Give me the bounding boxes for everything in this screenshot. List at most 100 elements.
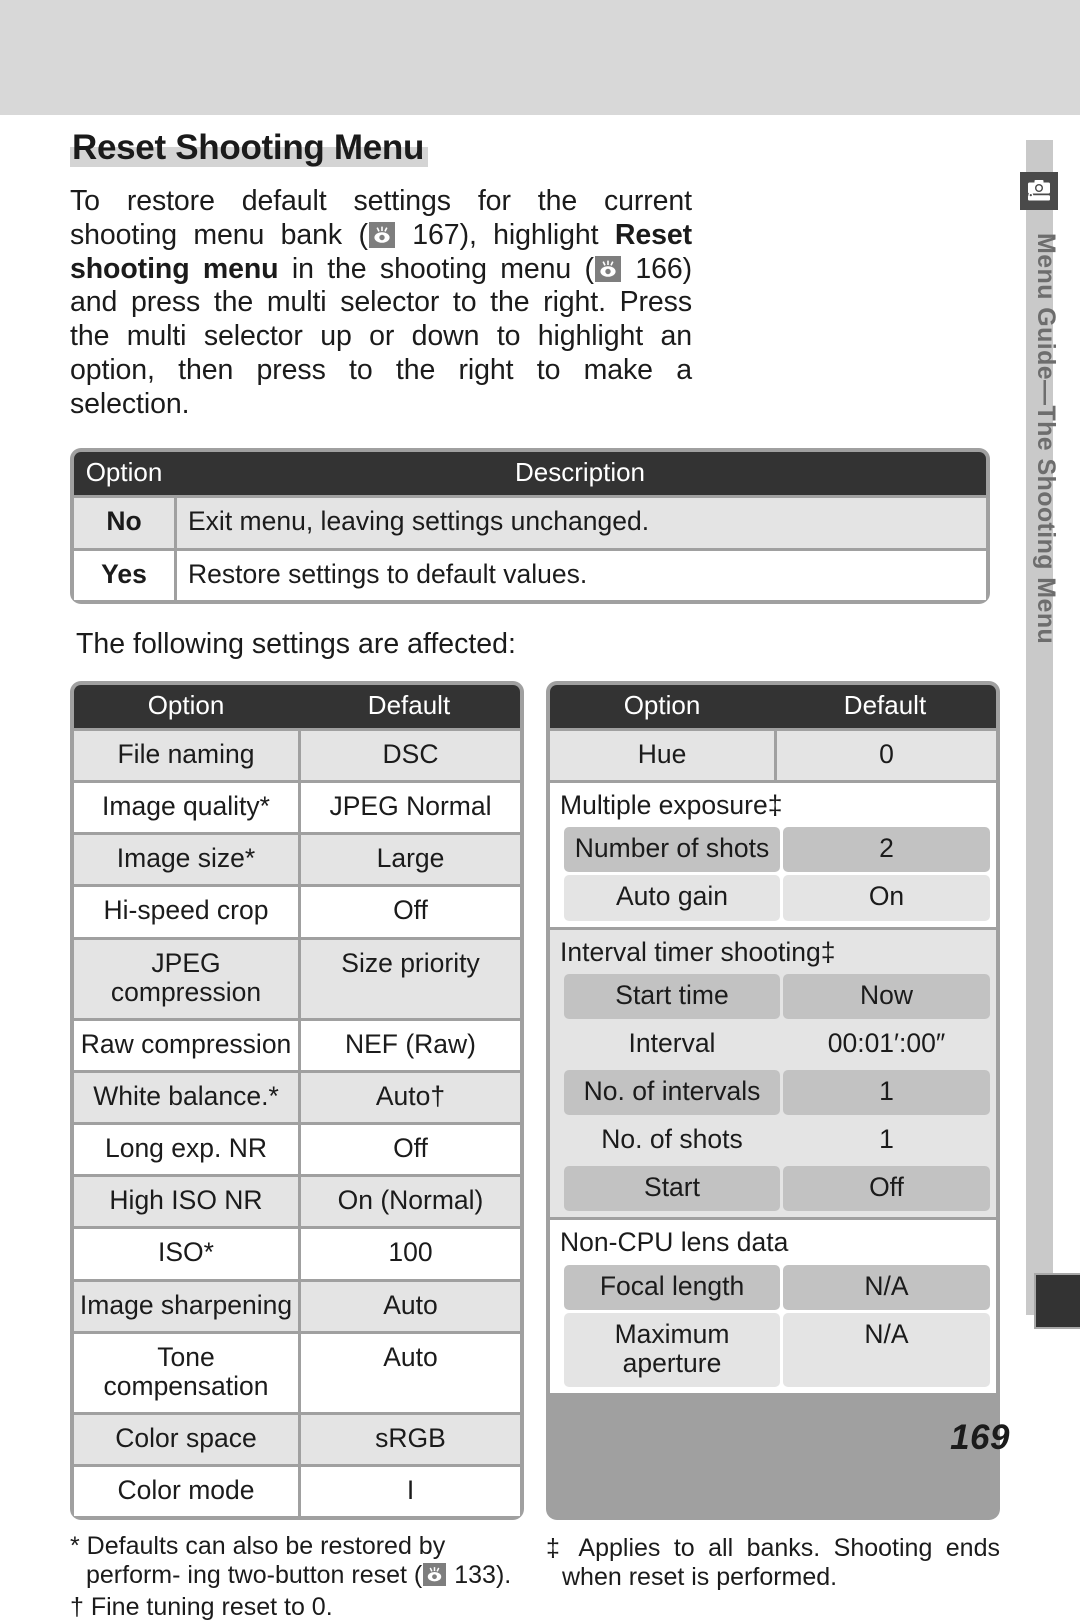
cell-option: Maximum aperture bbox=[564, 1312, 780, 1387]
column-header-option: Option bbox=[147, 689, 225, 720]
table-row: Image sharpening Auto bbox=[74, 1281, 520, 1331]
group-row: Focal length N/A bbox=[550, 1264, 996, 1310]
table-header-row: Option Description bbox=[74, 452, 986, 496]
cell-default: Off bbox=[783, 1166, 990, 1212]
cell-default: 00:01′:00″ bbox=[783, 1021, 990, 1067]
cell-default: 2 bbox=[783, 827, 990, 873]
cell-default: N/A bbox=[783, 1312, 990, 1387]
camera-icon bbox=[1020, 172, 1058, 210]
settings-group: Interval timer shooting‡ Start time Now Int… bbox=[550, 929, 996, 1218]
cell-option: High ISO NR bbox=[74, 1177, 298, 1227]
footnotes: * Defaults can also be restored by perfo… bbox=[70, 1532, 1000, 1622]
cell-option: Start bbox=[564, 1166, 780, 1212]
cell-option: Image quality* bbox=[74, 783, 298, 833]
footnote-double-dagger: ‡ Applies to all banks. Shooting ends wh… bbox=[546, 1534, 1000, 1592]
cell-option: Focal length bbox=[564, 1264, 780, 1310]
intro-ref-2: 166 bbox=[635, 252, 683, 285]
group-row: Auto gain On bbox=[550, 875, 996, 921]
table-row: File naming DSC bbox=[74, 730, 520, 781]
settings-group: Non-CPU lens data Focal length N/A Maximum … bbox=[550, 1220, 996, 1393]
table-row: Yes Restore settings to default values. bbox=[74, 550, 986, 600]
cell-option: Long exp. NR bbox=[74, 1125, 298, 1175]
page-title: Reset Shooting Menu bbox=[70, 129, 429, 167]
group-row: Maximum aperture N/A bbox=[550, 1312, 996, 1387]
cell-default: N/A bbox=[783, 1264, 990, 1310]
footnote-asterisk-ref: 133 bbox=[454, 1561, 496, 1590]
chapter-tab-marker bbox=[1034, 1273, 1080, 1329]
cell-default: Auto bbox=[301, 1281, 520, 1331]
cell-option: Image sharpening bbox=[74, 1281, 298, 1331]
group-row: No. of intervals 1 bbox=[550, 1069, 996, 1116]
column-header-option: Option bbox=[623, 689, 701, 720]
column-header-default: Default bbox=[843, 689, 927, 720]
cell-option: Hue bbox=[550, 730, 774, 781]
cell-option: No bbox=[74, 498, 174, 548]
cell-default: Auto bbox=[301, 1333, 520, 1412]
group-row: Number of shots 2 bbox=[550, 827, 996, 873]
cell-default: Now bbox=[783, 973, 990, 1019]
table-row: Hue 0 bbox=[550, 730, 996, 781]
table-row: No Exit menu, leaving settings unchanged… bbox=[74, 498, 986, 548]
page-content: Reset Shooting Menu To restore default s… bbox=[70, 129, 1000, 1622]
table-row: Tone compensation Auto bbox=[74, 1333, 520, 1412]
intro-ref-1: 167 bbox=[412, 218, 460, 251]
table-row: Image quality* JPEG Normal bbox=[74, 783, 520, 833]
cell-default: On bbox=[783, 875, 990, 921]
cell-option: ISO* bbox=[74, 1229, 298, 1279]
page-ref-eye-icon bbox=[594, 255, 621, 282]
intro-text-3: in the shooting menu ( bbox=[278, 252, 594, 285]
settings-rows-left: File naming DSC Image quality* JPEG Normal I… bbox=[74, 727, 520, 1517]
cell-option: Auto gain bbox=[564, 875, 780, 921]
cell-option: Color mode bbox=[74, 1467, 298, 1517]
cell-option: Hi-speed crop bbox=[74, 887, 298, 937]
cell-option: Yes bbox=[74, 550, 174, 600]
cell-option: Raw compression bbox=[74, 1020, 298, 1070]
group-title: Non-CPU lens data bbox=[560, 1227, 789, 1258]
cell-option: Tone compensation bbox=[74, 1333, 298, 1412]
table-row: High ISO NR On (Normal) bbox=[74, 1177, 520, 1227]
cell-default: 0 bbox=[777, 730, 996, 781]
cell-default: NEF (Raw) bbox=[301, 1020, 520, 1070]
settings-tables: Option Default File naming DSC Image quali… bbox=[70, 680, 1000, 1521]
page-ref-eye-icon bbox=[423, 1563, 447, 1587]
column-header-description: Description bbox=[514, 457, 646, 488]
cell-option: Color space bbox=[74, 1414, 298, 1465]
cell-default: DSC bbox=[301, 730, 520, 781]
group-row: No. of shots 1 bbox=[550, 1118, 996, 1164]
footnote-dagger: † Fine tuning reset to 0. bbox=[70, 1592, 333, 1621]
affected-caption: The following settings are affected: bbox=[76, 627, 516, 660]
table-row: White balance.* Auto† bbox=[74, 1072, 520, 1123]
page-ref-eye-icon bbox=[368, 221, 395, 248]
footnote-asterisk-line2: ing two-button reset ( bbox=[187, 1561, 423, 1590]
cell-option: No. of intervals bbox=[564, 1069, 780, 1116]
table-row: Raw compression NEF (Raw) bbox=[74, 1020, 520, 1070]
sidebar-label: Menu Guide—The Shooting Menu bbox=[1032, 233, 1060, 645]
cell-default: Off bbox=[301, 887, 520, 937]
cell-default: On (Normal) bbox=[301, 1177, 520, 1227]
group-title: Interval timer shooting‡ bbox=[560, 936, 836, 967]
intro-paragraph: To restore default settings for the curr… bbox=[70, 185, 692, 422]
group-row: Start Off bbox=[550, 1166, 996, 1212]
footnotes-left: * Defaults can also be restored by perfo… bbox=[70, 1532, 524, 1622]
group-row: Interval 00:01′:00″ bbox=[550, 1021, 996, 1067]
cell-option: File naming bbox=[74, 730, 298, 781]
table-header-row: Option Default bbox=[74, 684, 520, 728]
option-description-table: Option Description No Exit menu, leaving… bbox=[70, 448, 990, 604]
table-header-row: Option Default bbox=[550, 684, 996, 728]
group-title: Multiple exposure‡ bbox=[560, 790, 783, 821]
table-row: ISO* 100 bbox=[74, 1229, 520, 1279]
settings-rows-right: Hue 0 Multiple exposure‡ Number of shots 2 Au… bbox=[550, 727, 996, 1393]
cell-description: Exit menu, leaving settings unchanged. bbox=[177, 498, 986, 548]
cell-option: Start time bbox=[564, 973, 780, 1019]
table-row: Long exp. NR Off bbox=[74, 1125, 520, 1175]
cell-default: 100 bbox=[301, 1229, 520, 1279]
cell-default: 1 bbox=[783, 1118, 990, 1164]
settings-table-left: Option Default File naming DSC Image quali… bbox=[70, 680, 524, 1521]
cell-option: Number of shots bbox=[564, 827, 780, 873]
settings-table-right: Option Default Hue 0 Multiple exposure‡ Num… bbox=[546, 680, 1000, 1521]
cell-option: No. of shots bbox=[564, 1118, 780, 1164]
cell-default: Large bbox=[301, 835, 520, 885]
cell-default: 1 bbox=[783, 1069, 990, 1116]
cell-default: I bbox=[301, 1467, 520, 1517]
page-number: 169 bbox=[950, 1418, 1010, 1457]
